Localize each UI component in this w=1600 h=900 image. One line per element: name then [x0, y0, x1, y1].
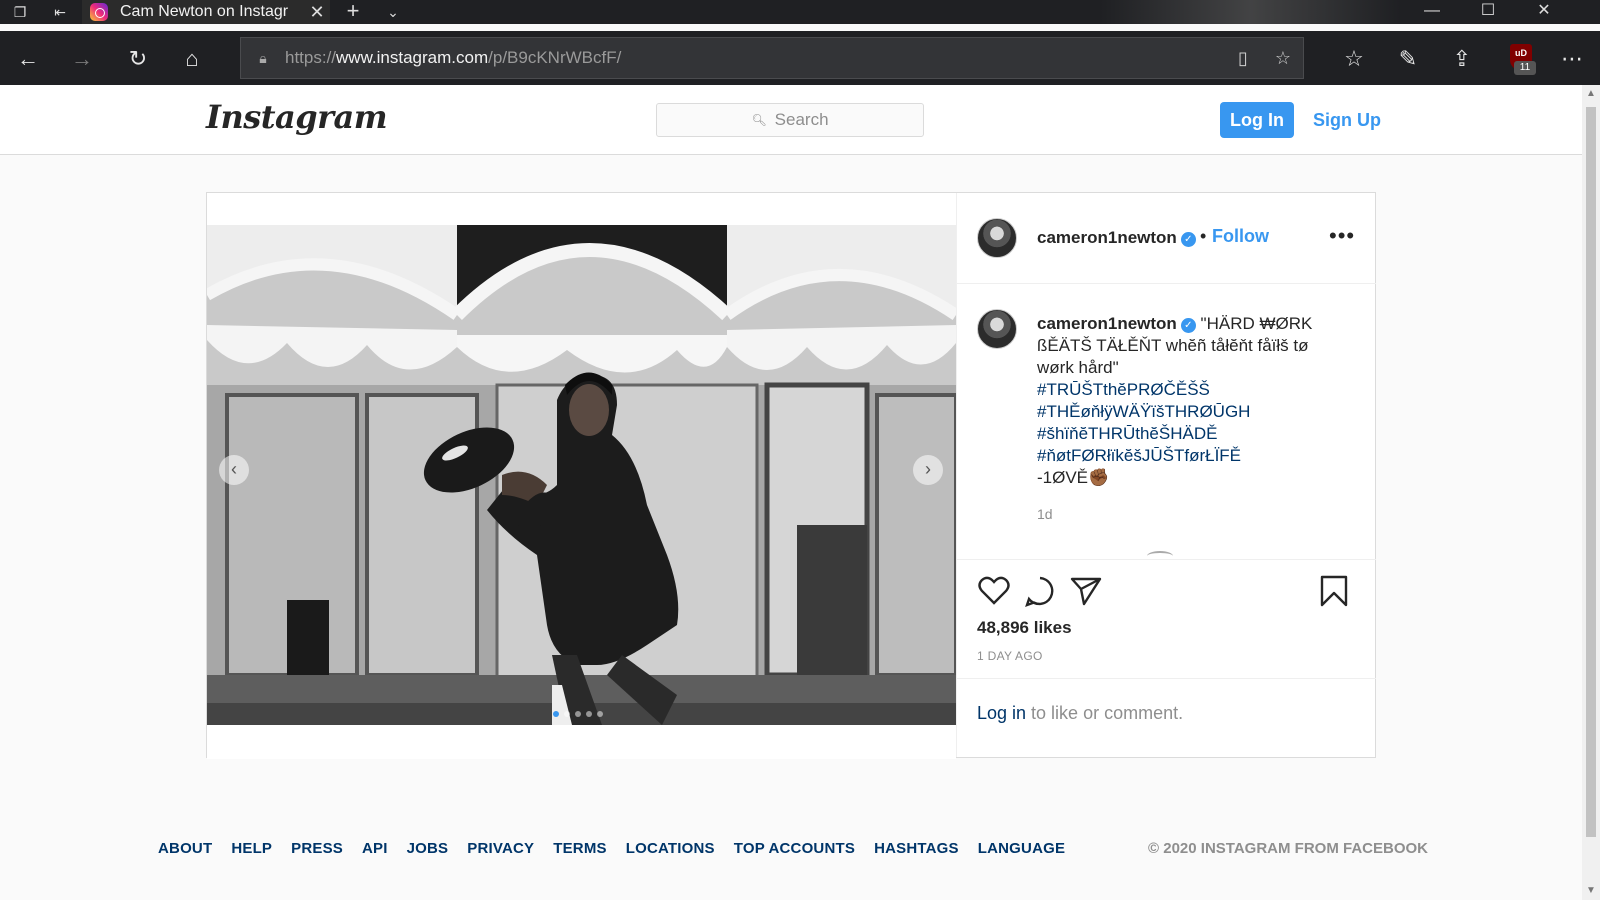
- new-tab-icon[interactable]: +: [338, 0, 368, 24]
- hashtag-link[interactable]: #THĚøňłÿWÄŸïšTHRØŪGH: [1037, 401, 1337, 423]
- footer-link-terms[interactable]: TERMS: [553, 840, 607, 857]
- footer-link-jobs[interactable]: JOBS: [407, 840, 449, 857]
- footer-link-api[interactable]: API: [362, 840, 388, 857]
- hashtag-link[interactable]: #šhïňĕTHRŪthĕŠHÄDĚ: [1037, 423, 1337, 445]
- home-icon[interactable]: ⌂: [178, 45, 206, 73]
- caption-timestamp[interactable]: 1d: [1037, 506, 1053, 522]
- carousel-dot: [575, 711, 581, 717]
- comment-icon[interactable]: [1023, 574, 1057, 608]
- carousel-next-icon[interactable]: ›: [913, 455, 943, 485]
- reading-view-icon[interactable]: ▯: [1223, 48, 1263, 69]
- search-placeholder: Search: [774, 110, 829, 129]
- post-username[interactable]: cameron1newton ✓: [1037, 228, 1196, 248]
- refresh-icon[interactable]: ↻: [124, 45, 152, 73]
- hashtag-link[interactable]: #TRŪŠTthĕPRØČĚŠŠ: [1037, 379, 1337, 401]
- footer-copyright: © 2020 INSTAGRAM FROM FACEBOOK: [1148, 840, 1428, 857]
- login-prompt: Log in to like or comment.: [957, 678, 1376, 758]
- caption-avatar[interactable]: [977, 309, 1017, 349]
- post-timestamp: 1 DAY AGO: [977, 649, 1043, 663]
- avatar[interactable]: [977, 218, 1017, 258]
- like-count[interactable]: 48,896 likes: [977, 618, 1072, 638]
- tab-actions-icon[interactable]: ❐: [0, 0, 40, 24]
- signup-link[interactable]: Sign Up: [1313, 102, 1381, 138]
- browser-toolbar: ← → ↻ ⌂ 🔒︎ https://www.instagram.com/p/B…: [0, 31, 1600, 85]
- footer-link-press[interactable]: PRESS: [291, 840, 343, 857]
- hashtag-link[interactable]: #ňøtFØRłïkĕšJŪŠTførŁÏFĚ: [1037, 445, 1337, 467]
- back-icon[interactable]: ←: [14, 45, 42, 73]
- page-scrollbar[interactable]: ▲ ▼: [1582, 85, 1600, 900]
- minimize-icon[interactable]: —: [1404, 0, 1460, 24]
- lock-icon: 🔒︎: [259, 49, 267, 66]
- page-footer: ABOUT HELP PRESS API JOBS PRIVACY TERMS …: [158, 840, 1428, 857]
- follow-button[interactable]: Follow: [1212, 226, 1269, 247]
- web-note-pen-icon[interactable]: ✎: [1394, 45, 1422, 73]
- address-bar[interactable]: 🔒︎ https://www.instagram.com/p/B9cKNrWBc…: [240, 37, 1304, 79]
- scroll-thumb[interactable]: [1586, 107, 1596, 837]
- carousel-dot: [586, 711, 592, 717]
- maximize-icon[interactable]: ☐: [1460, 0, 1516, 24]
- post-actions: 48,896 likes 1 DAY AGO Log in to like or…: [957, 559, 1376, 759]
- share-icon[interactable]: ⇪: [1448, 45, 1476, 73]
- post-caption: cameron1newton ✓ "HÄRD ₩ØRK ßĚÄTŠ TÄŁĚŇT …: [1037, 313, 1337, 489]
- ublock-badge: 11: [1514, 61, 1536, 75]
- carousel-dot: [597, 711, 603, 717]
- header-separator: •: [1200, 226, 1207, 246]
- footer-link-language[interactable]: LANGUAGE: [978, 840, 1065, 857]
- window-close-icon[interactable]: ✕: [1516, 0, 1572, 24]
- footer-link-hashtags[interactable]: HASHTAGS: [874, 840, 959, 857]
- set-tabs-aside-icon[interactable]: ⇤: [40, 0, 80, 24]
- search-icon: 🔍︎: [751, 113, 767, 127]
- save-bookmark-icon[interactable]: [1317, 574, 1351, 608]
- footer-link-help[interactable]: HELP: [231, 840, 272, 857]
- footer-link-locations[interactable]: LOCATIONS: [626, 840, 715, 857]
- post-header: cameron1newton ✓ • Follow •••: [957, 193, 1376, 284]
- carousel-dot: [553, 711, 559, 717]
- caption-text-line1: "HÄRD ₩ØRK: [1200, 314, 1313, 333]
- forward-icon[interactable]: →: [68, 45, 96, 73]
- caption-text-line2: ßĚÄTŠ TÄŁĚŇT whĕñ tåłĕňt fåïłš tø: [1037, 336, 1309, 355]
- carousel-dot: [564, 711, 570, 717]
- scroll-up-icon[interactable]: ▲: [1582, 85, 1600, 103]
- verified-badge-icon: ✓: [1180, 232, 1196, 247]
- photo-illustration: [207, 225, 956, 725]
- scroll-down-icon[interactable]: ▼: [1582, 882, 1600, 900]
- tab-list-chevron-icon[interactable]: ⌄: [378, 0, 408, 24]
- browser-titlebar: ❐ ⇤ Cam Newton on Instagr ✕ + ⌄ — ☐ ✕: [0, 0, 1600, 24]
- web-page: Instagram 🔍︎ Search Log In Sign Up ‹ › c…: [0, 85, 1582, 900]
- post-card: ‹ › cameron1newton ✓ • Follow ••• cameron…: [206, 192, 1376, 759]
- login-prompt-text: to like or comment.: [1026, 703, 1184, 723]
- caption-username[interactable]: cameron1newton ✓: [1037, 314, 1196, 333]
- tab-close-icon[interactable]: ✕: [304, 2, 330, 23]
- settings-more-icon[interactable]: ⋯: [1558, 45, 1586, 73]
- titlebar-glow: [1100, 0, 1400, 24]
- login-button[interactable]: Log In: [1220, 102, 1294, 138]
- share-paper-plane-icon[interactable]: [1069, 574, 1103, 608]
- post-sidebar: cameron1newton ✓ • Follow ••• cameron1new…: [956, 193, 1376, 759]
- address-url[interactable]: https://www.instagram.com/p/B9cKNrWBcfF/: [285, 48, 1223, 68]
- instagram-logo[interactable]: Instagram: [206, 98, 388, 136]
- favorites-hub-icon[interactable]: ☆: [1340, 45, 1368, 73]
- post-photo[interactable]: ‹ ›: [207, 225, 956, 725]
- favorite-star-icon[interactable]: ☆: [1263, 48, 1303, 69]
- footer-link-privacy[interactable]: PRIVACY: [467, 840, 534, 857]
- search-input[interactable]: 🔍︎ Search: [656, 103, 924, 137]
- carousel-prev-icon[interactable]: ‹: [219, 455, 249, 485]
- more-options-icon[interactable]: •••: [1329, 223, 1355, 249]
- login-link[interactable]: Log in: [977, 703, 1026, 723]
- caption-signoff: -1ØVĚ✊🏾: [1037, 468, 1110, 487]
- instagram-favicon-icon: [90, 3, 108, 21]
- carousel-indicator: [553, 711, 603, 717]
- tab-title: Cam Newton on Instagr: [120, 3, 289, 20]
- instagram-header: Instagram 🔍︎ Search Log In Sign Up: [0, 85, 1582, 155]
- caption-verified-badge-icon: ✓: [1180, 318, 1196, 333]
- like-heart-icon[interactable]: [977, 574, 1011, 608]
- browser-tab-active[interactable]: Cam Newton on Instagr ✕: [82, 0, 330, 24]
- footer-link-top-accounts[interactable]: TOP ACCOUNTS: [734, 840, 855, 857]
- caption-text-line3: wørk hård": [1037, 358, 1119, 377]
- post-media: ‹ ›: [207, 193, 956, 759]
- footer-link-about[interactable]: ABOUT: [158, 840, 212, 857]
